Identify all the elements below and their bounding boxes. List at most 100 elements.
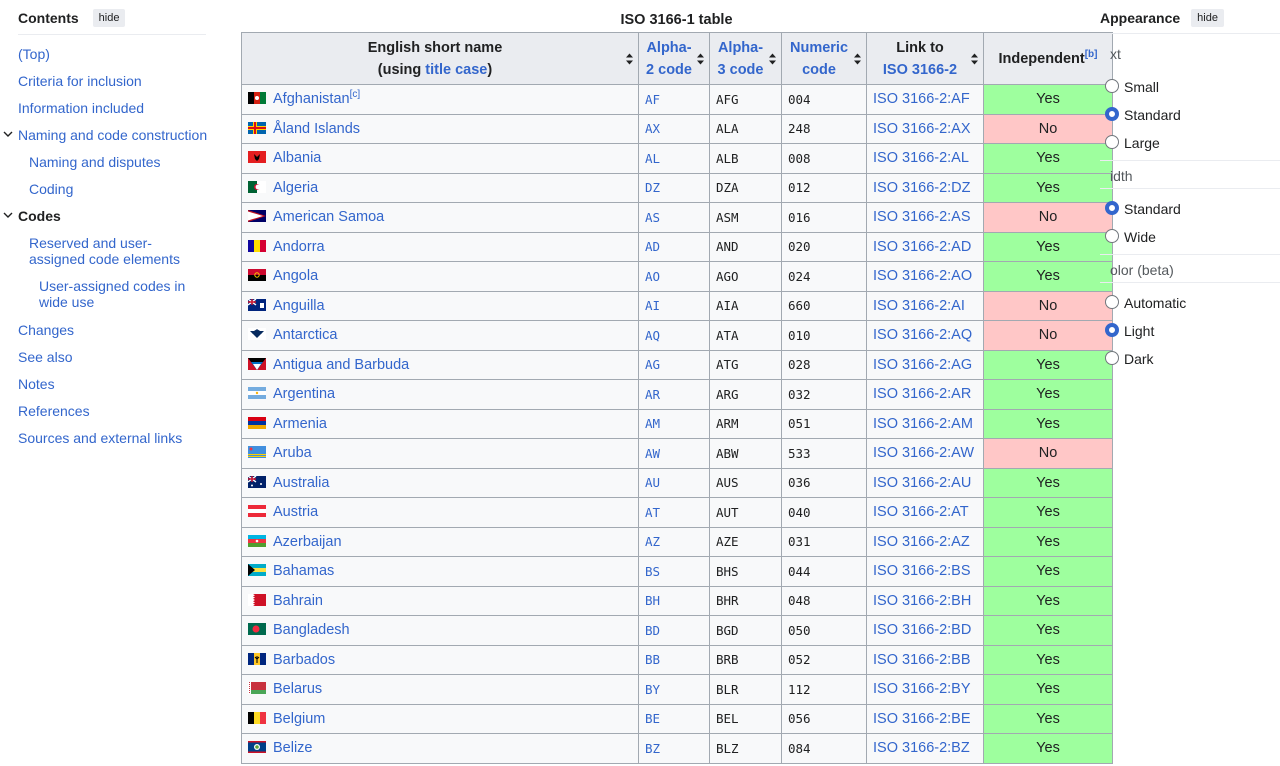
iso-3166-2-row-link[interactable]: ISO 3166-2:AX xyxy=(873,121,971,137)
iso-3166-2-row-link[interactable]: ISO 3166-2:AZ xyxy=(873,534,970,550)
alpha2-code-link[interactable]: AQ xyxy=(645,328,660,343)
toc-hide-button[interactable]: hide xyxy=(93,9,126,27)
country-name-link[interactable]: Belize xyxy=(273,740,313,756)
color-automatic-radio[interactable] xyxy=(1105,295,1119,309)
toc-item-references[interactable]: References xyxy=(18,403,90,419)
iso-3166-2-row-link[interactable]: ISO 3166-2:BB xyxy=(873,652,971,668)
text-small-label[interactable]: Small xyxy=(1124,79,1159,95)
numeric-link[interactable]: Numeric code xyxy=(787,37,851,81)
country-name-link[interactable]: Algeria xyxy=(273,180,318,196)
iso-3166-2-row-link[interactable]: ISO 3166-2:BZ xyxy=(873,740,970,756)
alpha2-code-link[interactable]: AR xyxy=(645,387,660,402)
chevron-down-icon[interactable] xyxy=(3,129,13,139)
alpha2-code-link[interactable]: AW xyxy=(645,446,660,461)
alpha2-code-link[interactable]: BD xyxy=(645,623,660,638)
width-standard-label[interactable]: Standard xyxy=(1124,201,1181,217)
header-numeric[interactable]: Numeric code xyxy=(782,33,867,85)
sort-icon[interactable] xyxy=(971,53,978,64)
color-light-radio[interactable] xyxy=(1105,323,1119,337)
sort-icon[interactable] xyxy=(854,53,861,64)
iso-3166-2-row-link[interactable]: ISO 3166-2:AG xyxy=(873,357,972,373)
width-wide-radio[interactable] xyxy=(1105,229,1119,243)
toc-item-coding[interactable]: Coding xyxy=(29,181,73,197)
iso-3166-2-row-link[interactable]: ISO 3166-2:AS xyxy=(873,209,971,225)
alpha2-code-link[interactable]: BH xyxy=(645,593,660,608)
alpha2-code-link[interactable]: BS xyxy=(645,564,660,579)
country-name-link[interactable]: Bahrain xyxy=(273,593,323,609)
width-wide-label[interactable]: Wide xyxy=(1124,229,1156,245)
color-dark-radio[interactable] xyxy=(1105,351,1119,365)
iso-3166-2-row-link[interactable]: ISO 3166-2:AR xyxy=(873,386,971,402)
country-name-link[interactable]: Antarctica xyxy=(273,327,337,343)
iso-3166-2-row-link[interactable]: ISO 3166-2:AF xyxy=(873,91,970,107)
toc-item-information[interactable]: Information included xyxy=(18,100,144,116)
country-name-link[interactable]: Argentina xyxy=(273,386,335,402)
iso-3166-2-link[interactable]: ISO 3166-2 xyxy=(871,59,969,81)
toc-item-changes[interactable]: Changes xyxy=(18,322,74,338)
header-alpha3[interactable]: Alpha-3 code xyxy=(710,33,782,85)
country-name-link[interactable]: Albania xyxy=(273,150,321,166)
alpha2-code-link[interactable]: AX xyxy=(645,121,660,136)
country-note-link[interactable]: [c] xyxy=(350,89,361,100)
color-dark-label[interactable]: Dark xyxy=(1124,351,1154,367)
iso-3166-2-row-link[interactable]: ISO 3166-2:BH xyxy=(873,593,971,609)
country-name-link[interactable]: Belgium xyxy=(273,711,325,727)
alpha2-code-link[interactable]: AF xyxy=(645,92,660,107)
text-small-radio[interactable] xyxy=(1105,79,1119,93)
alpha2-code-link[interactable]: AU xyxy=(645,475,660,490)
alpha2-code-link[interactable]: BB xyxy=(645,652,660,667)
country-name-link[interactable]: Afghanistan xyxy=(273,91,350,107)
toc-item-user-assigned[interactable]: User-assigned codes in wide use xyxy=(39,278,209,310)
country-name-link[interactable]: Belarus xyxy=(273,681,322,697)
iso-3166-2-row-link[interactable]: ISO 3166-2:BD xyxy=(873,622,971,638)
country-name-link[interactable]: Aruba xyxy=(273,445,312,461)
alpha2-code-link[interactable]: AM xyxy=(645,416,660,431)
alpha2-code-link[interactable]: AT xyxy=(645,505,660,520)
country-name-link[interactable]: Australia xyxy=(273,475,329,491)
toc-item-see-also[interactable]: See also xyxy=(18,349,72,365)
text-large-radio[interactable] xyxy=(1105,135,1119,149)
toc-item-naming[interactable]: Naming and code construction xyxy=(18,127,207,143)
country-name-link[interactable]: American Samoa xyxy=(273,209,384,225)
country-name-link[interactable]: Angola xyxy=(273,268,318,284)
chevron-down-icon[interactable] xyxy=(3,210,13,220)
country-name-link[interactable]: Åland Islands xyxy=(273,121,360,137)
toc-item-naming-disputes[interactable]: Naming and disputes xyxy=(29,154,161,170)
alpha2-code-link[interactable]: DZ xyxy=(645,180,660,195)
color-light-label[interactable]: Light xyxy=(1124,323,1154,339)
header-english-name[interactable]: English short name (using title case) xyxy=(242,33,639,85)
text-large-label[interactable]: Large xyxy=(1124,135,1160,151)
sort-icon[interactable] xyxy=(626,53,633,64)
color-automatic-label[interactable]: Automatic xyxy=(1124,295,1186,311)
iso-3166-2-row-link[interactable]: ISO 3166-2:AI xyxy=(873,298,965,314)
toc-item-sources[interactable]: Sources and external links xyxy=(18,430,182,446)
toc-item-reserved[interactable]: Reserved and user-assigned code elements xyxy=(29,235,204,267)
header-independent[interactable]: Independent[b] xyxy=(984,33,1113,85)
iso-3166-2-row-link[interactable]: ISO 3166-2:BS xyxy=(873,563,971,579)
iso-3166-2-row-link[interactable]: ISO 3166-2:AD xyxy=(873,239,971,255)
toc-item-top[interactable]: (Top) xyxy=(18,46,50,62)
country-name-link[interactable]: Austria xyxy=(273,504,318,520)
toc-item-criteria[interactable]: Criteria for inclusion xyxy=(18,73,142,89)
iso-3166-2-row-link[interactable]: ISO 3166-2:AO xyxy=(873,268,972,284)
alpha2-code-link[interactable]: BE xyxy=(645,711,660,726)
alpha2-code-link[interactable]: AZ xyxy=(645,534,660,549)
width-standard-radio[interactable] xyxy=(1105,201,1119,215)
title-case-link[interactable]: title case xyxy=(425,62,487,78)
country-name-link[interactable]: Andorra xyxy=(273,239,325,255)
alpha3-link[interactable]: Alpha-3 code xyxy=(716,37,766,81)
independent-note-link[interactable]: [b] xyxy=(1085,49,1098,60)
alpha2-code-link[interactable]: BZ xyxy=(645,741,660,756)
iso-3166-2-row-link[interactable]: ISO 3166-2:AT xyxy=(873,504,969,520)
alpha2-code-link[interactable]: BY xyxy=(645,682,660,697)
iso-3166-2-row-link[interactable]: ISO 3166-2:AL xyxy=(873,150,969,166)
country-name-link[interactable]: Antigua and Barbuda xyxy=(273,357,409,373)
country-name-link[interactable]: Bahamas xyxy=(273,563,334,579)
alpha2-code-link[interactable]: AL xyxy=(645,151,660,166)
iso-3166-2-row-link[interactable]: ISO 3166-2:DZ xyxy=(873,180,971,196)
toc-item-codes[interactable]: Codes xyxy=(18,208,61,224)
alpha2-code-link[interactable]: AD xyxy=(645,239,660,254)
iso-3166-2-row-link[interactable]: ISO 3166-2:AU xyxy=(873,475,971,491)
sort-icon[interactable] xyxy=(697,53,704,64)
appearance-hide-button[interactable]: hide xyxy=(1191,9,1224,27)
